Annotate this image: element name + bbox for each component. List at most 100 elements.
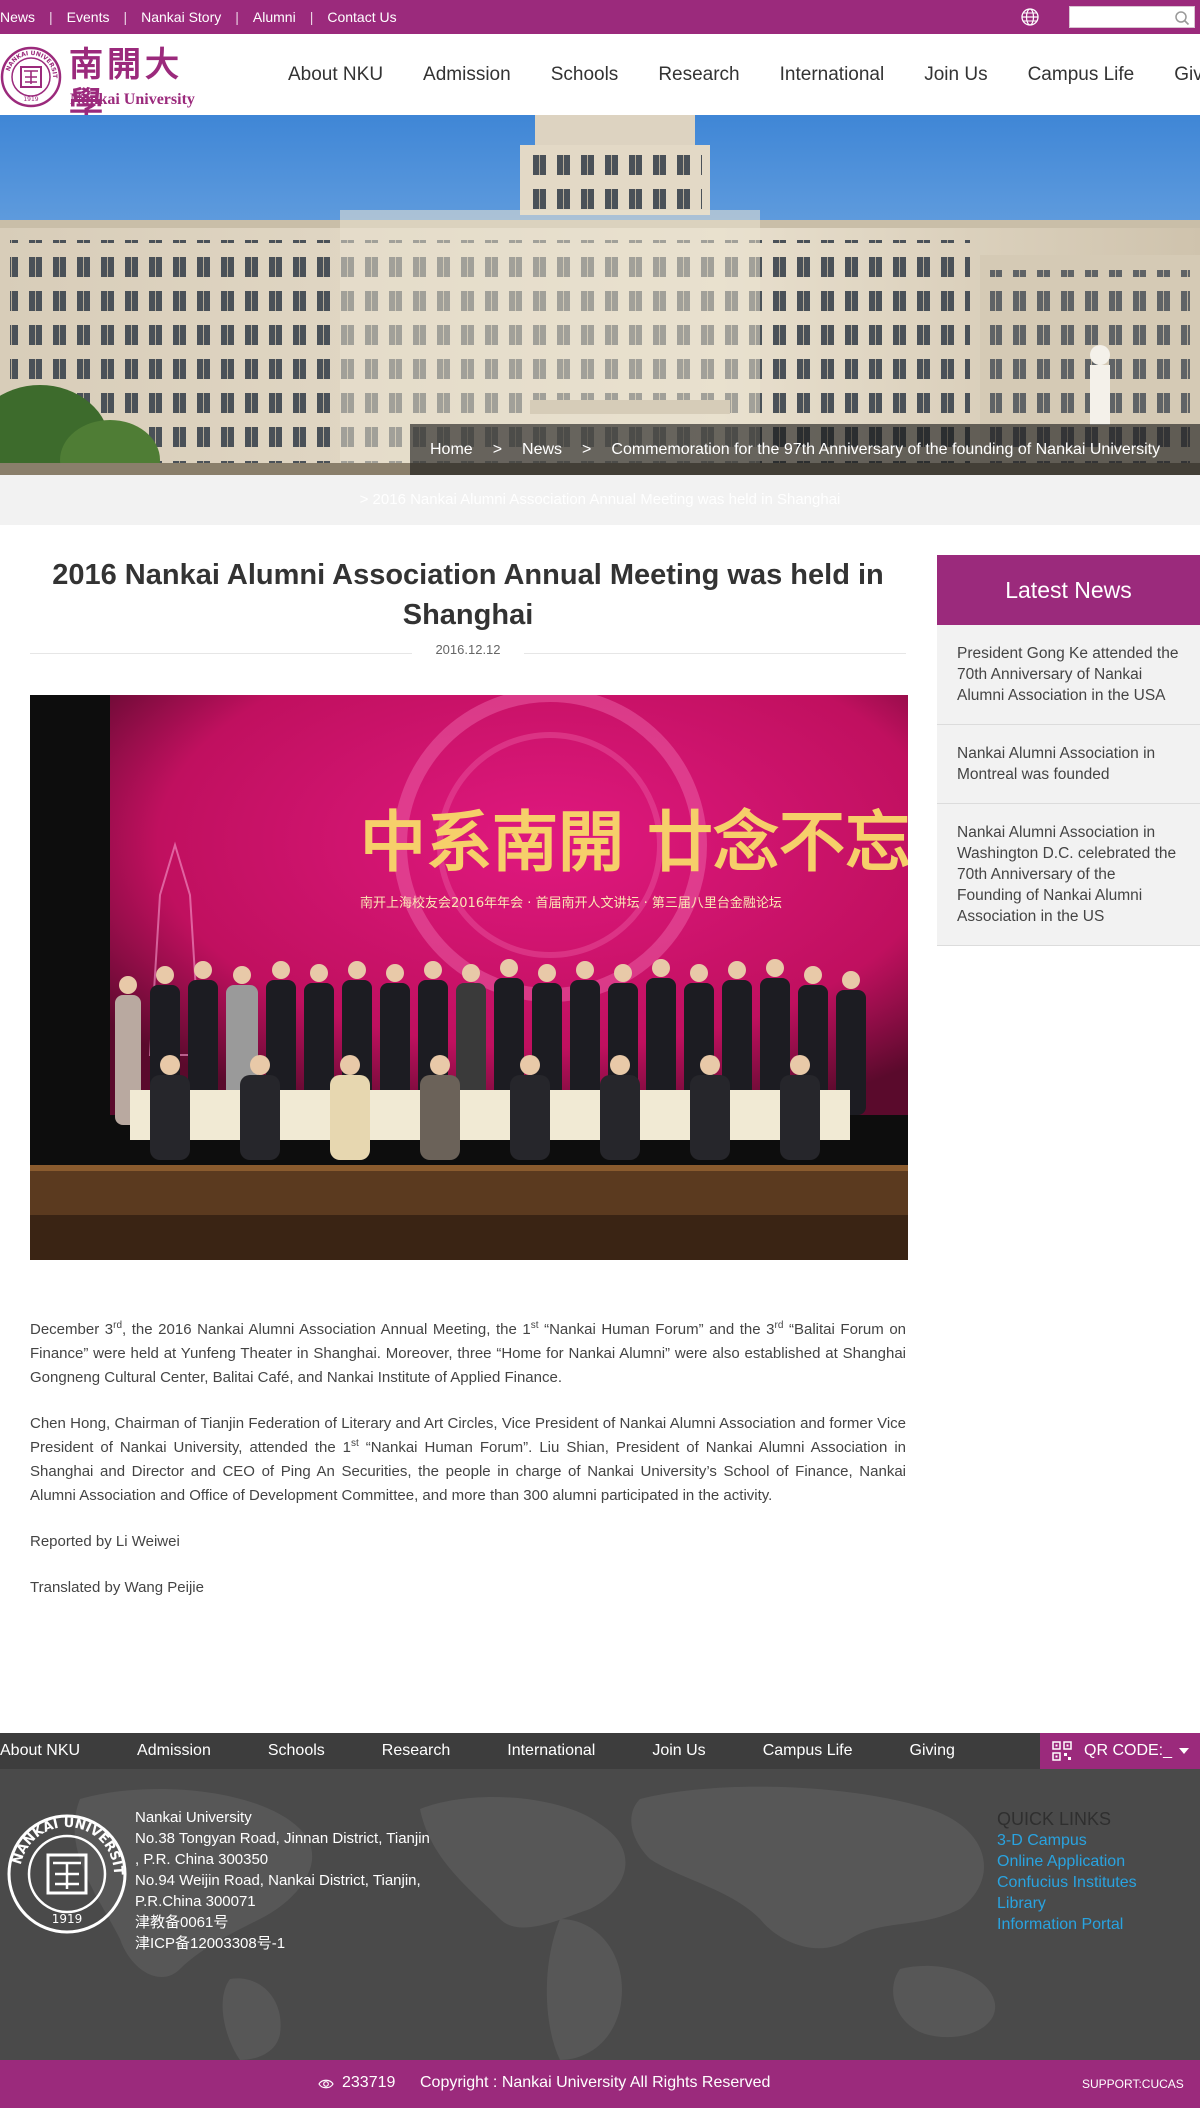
svg-text:NANKAI UNIVERSITY: NANKAI UNIVERSITY	[6, 1813, 125, 1876]
address-line: P.R.China 300071	[135, 1893, 256, 1910]
search-icon[interactable]	[1174, 10, 1190, 26]
separator: |	[309, 9, 314, 25]
qr-code-label: QR CODE:_	[1084, 1742, 1173, 1759]
breadcrumb-separator: >	[582, 440, 592, 458]
university-seal-icon: NANKAI UNIVERSITY 1919	[6, 1813, 127, 1934]
quick-links: QUICK LINKS 3-D Campus Online Applicatio…	[997, 1809, 1137, 1935]
footer-nav-admission[interactable]: Admission	[137, 1742, 211, 1760]
separator: |	[123, 9, 128, 25]
campus-banner-image	[0, 115, 1200, 475]
group-photo-illustration: 中系南開 廿念不忘 南开上海校友会2016年年会 · 首届南开人文讲坛 · 第三…	[30, 695, 908, 1260]
article-photo: 中系南開 廿念不忘 南开上海校友会2016年年会 · 首届南开人文讲坛 · 第三…	[30, 695, 908, 1260]
backdrop-calligraphy: 中系南開 廿念不忘	[360, 803, 908, 881]
qr-code-icon	[1052, 1741, 1072, 1761]
top-links: News | Events | Nankai Story | Alumni | …	[0, 0, 397, 34]
top-link-nankai-story[interactable]: Nankai Story	[141, 9, 221, 25]
quick-link-library[interactable]: Library	[997, 1893, 1137, 1914]
breadcrumb-home[interactable]: Home	[430, 441, 473, 459]
text-run: , the 2016 Nankai Alumni Association Ann…	[122, 1321, 531, 1338]
backdrop-subtitle: 南开上海校友会2016年年会 · 首届南开人文讲坛 · 第三届八里台金融论坛	[360, 895, 782, 911]
article-paragraph: Chen Hong, Chairman of Tianjin Federatio…	[30, 1412, 906, 1508]
icp-record[interactable]: 津ICP备12003308号-1	[135, 1933, 465, 1954]
footer-nav-giving[interactable]: Giving	[910, 1742, 955, 1760]
footer-nav-international[interactable]: International	[507, 1742, 595, 1760]
breadcrumb-section[interactable]: Commemoration for the 97th Anniversary o…	[611, 441, 1160, 459]
footer-nav-schools[interactable]: Schools	[268, 1742, 325, 1760]
main-navigation: About NKU Admission Schools Research Int…	[268, 34, 1200, 115]
top-link-contact-us[interactable]: Contact Us	[327, 9, 396, 25]
chevron-down-icon	[1179, 1748, 1190, 1754]
article-translator: Translated by Wang Peijie	[30, 1579, 204, 1596]
main-building-illustration	[0, 115, 1200, 475]
latest-news-item[interactable]: President Gong Ke attended the 70th Anni…	[937, 625, 1200, 725]
sidebar-heading: Latest News	[937, 555, 1200, 625]
support-credit[interactable]: SUPPORT:CUCAS	[1082, 2077, 1184, 2091]
footer-nav-join-us[interactable]: Join Us	[652, 1742, 705, 1760]
breadcrumb-separator: >	[492, 440, 503, 458]
copyright-text: Copyright : Nankai University All Rights…	[420, 2074, 771, 2091]
top-utility-bar: News | Events | Nankai Story | Alumni | …	[0, 0, 1200, 34]
nav-item-giving[interactable]: Giving	[1154, 64, 1200, 86]
search-input[interactable]	[1070, 7, 1170, 27]
latest-news-item[interactable]: Nankai Alumni Association in Washington …	[937, 804, 1200, 946]
article-body: December 3rd, the 2016 Nankai Alumni Ass…	[30, 1318, 906, 1622]
article-paragraph: December 3rd, the 2016 Nankai Alumni Ass…	[30, 1318, 906, 1390]
nav-item-campus-life[interactable]: Campus Life	[1008, 64, 1155, 86]
text-run: “Nankai Human Forum” and the 3	[538, 1321, 775, 1338]
qr-code-toggle[interactable]: QR CODE:_	[1040, 1733, 1200, 1769]
nav-item-international[interactable]: International	[760, 64, 905, 86]
quick-link-information-portal[interactable]: Information Portal	[997, 1914, 1137, 1935]
top-link-news[interactable]: News	[0, 9, 35, 25]
university-seal-icon: NANKAI UNIVERSITY 1919	[0, 46, 62, 108]
site-header: NANKAI UNIVERSITY 1919 南開大學 Nankai Unive…	[0, 34, 1200, 125]
footer-nav-research[interactable]: Research	[382, 1742, 450, 1760]
article-reporter: Reported by Li Weiwei	[30, 1533, 180, 1550]
article-title: 2016 Nankai Alumni Association Annual Me…	[52, 559, 884, 631]
superscript: st	[351, 1438, 359, 1449]
contact-address: Nankai University No.38 Tongyan Road, Ji…	[135, 1807, 465, 1954]
nav-item-join-us[interactable]: Join Us	[904, 64, 1007, 86]
copyright-bar: 233719 Copyright : Nankai University All…	[0, 2060, 1200, 2108]
seal-year: 1919	[52, 1912, 83, 1926]
breadcrumb-current-page: > 2016 Nankai Alumni Association Annual …	[0, 475, 1200, 525]
logo-english-name: Nankai University	[70, 91, 195, 108]
address-line: , P.R. China 300350	[135, 1851, 269, 1868]
search-box	[1069, 6, 1195, 28]
latest-news-item[interactable]: Nankai Alumni Association in Montreal wa…	[937, 725, 1200, 804]
nav-item-admission[interactable]: Admission	[403, 64, 531, 86]
quick-link-online-application[interactable]: Online Application	[997, 1851, 1137, 1872]
separator: |	[49, 9, 53, 25]
address-line: No.38 Tongyan Road, Jinnan District, Tia…	[135, 1830, 430, 1847]
latest-news-list: President Gong Ke attended the 70th Anni…	[937, 625, 1200, 946]
seal-text: NANKAI UNIVERSITY	[6, 1813, 125, 1876]
seal-year: 1919	[23, 96, 38, 103]
university-logo[interactable]: NANKAI UNIVERSITY 1919 南開大學 Nankai Unive…	[0, 43, 215, 125]
icp-record: 津教备0061号	[135, 1914, 229, 1931]
address-line: Nankai University	[135, 1809, 252, 1826]
logo-chinese-name: 南開大學	[69, 45, 183, 125]
superscript: st	[530, 1320, 539, 1331]
article-date: 2016.12.12	[435, 642, 501, 657]
globe-icon[interactable]	[1020, 7, 1040, 27]
site-footer: NANKAI UNIVERSITY 1919 Nankai University…	[0, 1769, 1200, 2060]
address-line: No.94 Weijin Road, Nankai District, Tian…	[135, 1872, 421, 1889]
latest-news-sidebar: Latest News President Gong Ke attended t…	[937, 555, 1200, 946]
breadcrumb: Home > News > Commemoration for the 97th…	[410, 424, 1200, 475]
footer-navigation: About NKU Admission Schools Research Int…	[0, 1733, 1200, 1769]
nav-item-about-nku[interactable]: About NKU	[268, 64, 403, 86]
footer-nav-about-nku[interactable]: About NKU	[0, 1742, 80, 1760]
quick-links-title: QUICK LINKS	[997, 1809, 1112, 1829]
quick-link-confucius-institutes[interactable]: Confucius Institutes	[997, 1872, 1137, 1893]
top-link-events[interactable]: Events	[67, 9, 110, 25]
visit-counter: 233719	[342, 2074, 396, 2091]
quick-link-3d-campus[interactable]: 3-D Campus	[997, 1830, 1137, 1851]
nav-item-schools[interactable]: Schools	[531, 64, 639, 86]
eye-icon	[318, 2079, 334, 2089]
nav-item-research[interactable]: Research	[638, 64, 759, 86]
top-link-alumni[interactable]: Alumni	[253, 9, 296, 25]
separator: |	[235, 9, 239, 25]
text-run: December 3	[30, 1321, 114, 1338]
footer-nav-campus-life[interactable]: Campus Life	[763, 1742, 853, 1760]
superscript: rd	[113, 1320, 123, 1331]
breadcrumb-news[interactable]: News	[522, 441, 562, 459]
